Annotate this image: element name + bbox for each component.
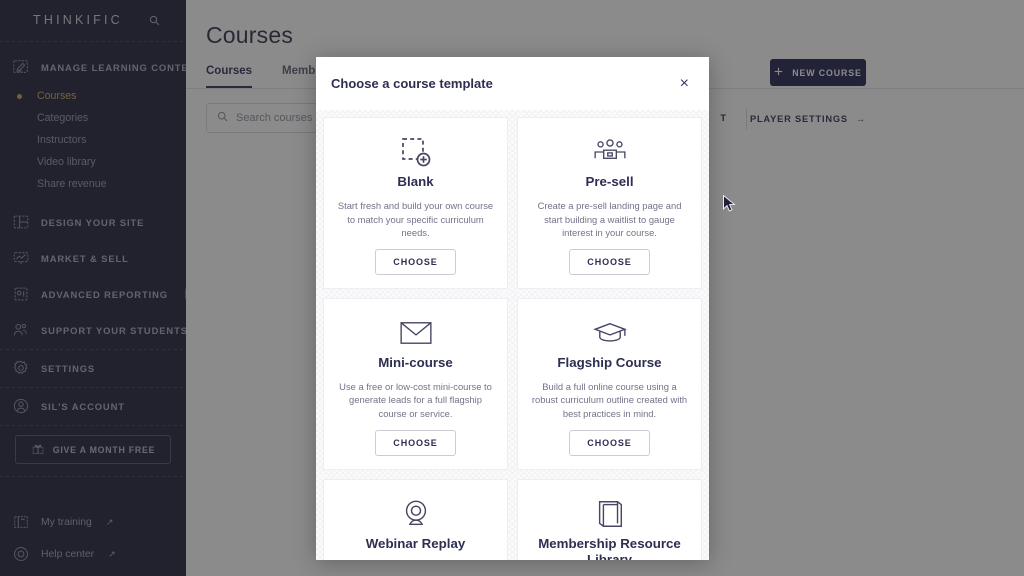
- choose-button[interactable]: CHOOSE: [375, 429, 456, 456]
- envelope-icon: [399, 313, 433, 353]
- modal-title: Choose a course template: [331, 76, 493, 91]
- template-name: Pre-sell: [585, 174, 634, 189]
- template-card-pre-sell[interactable]: Pre-sell Create a pre-sell landing page …: [517, 117, 702, 289]
- course-template-modal: Choose a course template × Blank Start f…: [316, 57, 709, 560]
- choose-button[interactable]: CHOOSE: [375, 248, 456, 275]
- webcam-icon: [400, 494, 432, 534]
- template-card-membership-resource-library[interactable]: Membership Resource Library Host downloa…: [517, 478, 702, 560]
- template-description: Create a pre-sell landing page and start…: [537, 199, 682, 239]
- choose-button[interactable]: CHOOSE: [569, 429, 650, 456]
- template-name: Blank: [397, 174, 434, 189]
- template-card-webinar-replay[interactable]: Webinar Replay Host your webinar replay …: [323, 478, 508, 560]
- template-description: Build a full online course using a robus…: [531, 380, 688, 420]
- presell-people-icon: [592, 132, 628, 172]
- template-grid: Blank Start fresh and build your own cou…: [323, 117, 702, 560]
- book-closed-icon: [595, 494, 625, 534]
- mouse-cursor: [722, 194, 737, 219]
- template-name: Mini-course: [378, 354, 453, 370]
- blank-plus-icon: [399, 132, 433, 172]
- template-card-blank[interactable]: Blank Start fresh and build your own cou…: [323, 117, 508, 289]
- template-card-mini-course[interactable]: Mini-course Use a free or low-cost mini-…: [323, 297, 508, 470]
- template-card-flagship-course[interactable]: Flagship Course Build a full online cour…: [517, 297, 702, 470]
- choose-button[interactable]: CHOOSE: [569, 248, 650, 275]
- close-icon[interactable]: ×: [676, 74, 693, 94]
- graduation-cap-icon: [592, 313, 628, 353]
- template-name: Webinar Replay: [365, 535, 466, 551]
- template-description: Start fresh and build your own course to…: [337, 199, 494, 239]
- modal-header: Choose a course template ×: [316, 57, 709, 110]
- template-description: Use a free or low-cost mini-course to ge…: [339, 380, 492, 420]
- template-name: Membership Resource Library: [538, 535, 681, 560]
- modal-body: Blank Start fresh and build your own cou…: [316, 110, 709, 560]
- app-root: Courses Courses Memb Search courses by n…: [0, 0, 1024, 576]
- template-name: Flagship Course: [557, 354, 662, 370]
